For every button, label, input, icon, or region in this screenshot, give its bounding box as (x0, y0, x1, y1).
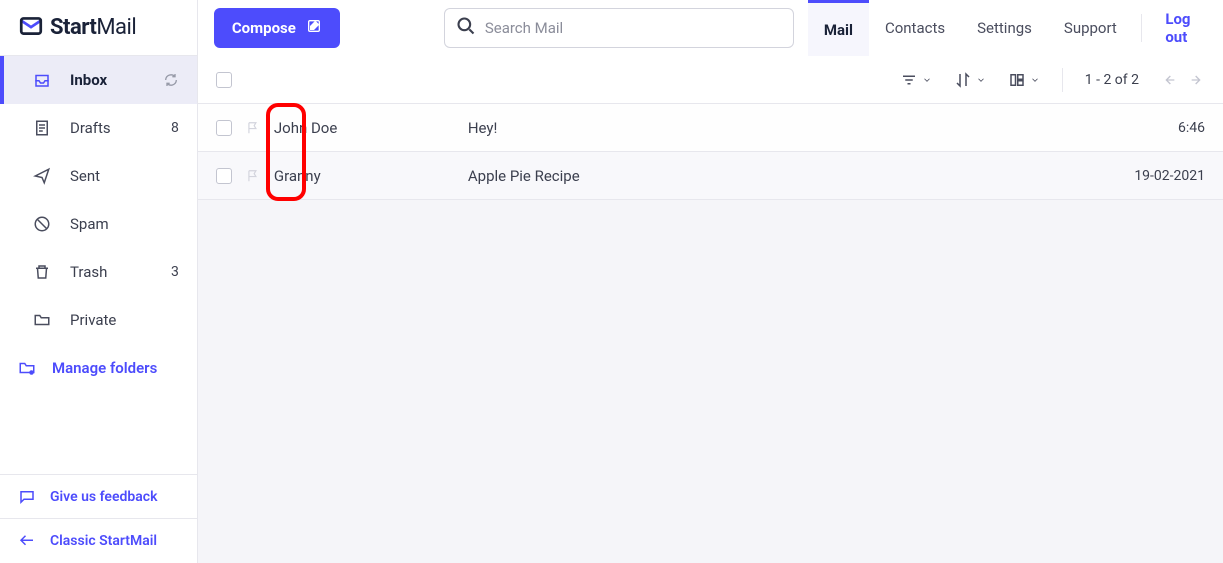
chevron-down-icon (1030, 75, 1040, 85)
mail-row[interactable]: John Doe Hey! 6:46 (198, 104, 1223, 152)
mail-checkbox[interactable] (216, 168, 232, 184)
inbox-icon (32, 70, 52, 90)
flag-icon[interactable] (246, 121, 260, 135)
feedback-link[interactable]: Give us feedback (0, 475, 197, 519)
filter-button[interactable] (900, 71, 932, 89)
mail-date: 19-02-2021 (1134, 168, 1205, 184)
nav-settings[interactable]: Settings (961, 0, 1048, 56)
folder-label: Spam (70, 215, 179, 233)
classic-label: Classic StartMail (50, 533, 157, 549)
main-area: Compose Mail Contacts Settings Support L… (198, 0, 1223, 563)
mail-list: John Doe Hey! 6:46 Granny Apple Pie Reci… (198, 104, 1223, 563)
toolbar-right: 1 - 2 of 2 (900, 68, 1205, 92)
folder-count: 8 (171, 120, 179, 136)
sidebar-item-spam[interactable]: Spam (0, 200, 197, 248)
folder-gear-icon (18, 358, 38, 378)
prev-page-button[interactable] (1161, 72, 1177, 88)
nav-mail[interactable]: Mail (808, 0, 869, 56)
trash-icon (32, 262, 52, 282)
folder-list: Inbox Drafts 8 Sent Spam (0, 56, 197, 474)
folder-count: 3 (171, 264, 179, 280)
search-icon (456, 16, 476, 40)
folder-label: Drafts (70, 119, 171, 137)
folder-icon (32, 310, 52, 330)
mail-subject: Hey! (468, 119, 1164, 137)
sidebar-bottom: Give us feedback Classic StartMail (0, 474, 197, 563)
nav-support[interactable]: Support (1048, 0, 1133, 56)
nav-contacts[interactable]: Contacts (869, 0, 961, 56)
arrow-left-icon (18, 531, 38, 551)
sidebar: StartMail Inbox Drafts 8 Sen (0, 0, 198, 563)
drafts-icon (32, 118, 52, 138)
sidebar-item-drafts[interactable]: Drafts 8 (0, 104, 197, 152)
search-input[interactable] (444, 8, 794, 48)
sort-button[interactable] (954, 71, 986, 89)
manage-folders-link[interactable]: Manage folders (0, 344, 197, 392)
compose-button[interactable]: Compose (214, 8, 340, 48)
refresh-icon[interactable] (163, 72, 179, 88)
search-wrap (444, 8, 794, 48)
mail-sender: John Doe (274, 119, 454, 137)
folder-label: Sent (70, 167, 179, 185)
mail-toolbar: 1 - 2 of 2 (198, 56, 1223, 104)
mail-row[interactable]: Granny Apple Pie Recipe 19-02-2021 (198, 152, 1223, 200)
manage-label: Manage folders (52, 359, 157, 377)
mail-checkbox[interactable] (216, 120, 232, 136)
pagination-text: 1 - 2 of 2 (1085, 72, 1139, 88)
next-page-button[interactable] (1189, 72, 1205, 88)
classic-link[interactable]: Classic StartMail (0, 519, 197, 563)
sidebar-item-inbox[interactable]: Inbox (0, 56, 197, 104)
sidebar-item-private[interactable]: Private (0, 296, 197, 344)
logo-area: StartMail (0, 0, 197, 56)
sidebar-item-sent[interactable]: Sent (0, 152, 197, 200)
compose-icon (306, 18, 322, 38)
topnav: Mail Contacts Settings Support Log out (808, 0, 1207, 56)
divider (1141, 14, 1142, 42)
flag-icon[interactable] (246, 169, 260, 183)
folder-label: Inbox (70, 71, 163, 89)
feedback-label: Give us feedback (50, 489, 157, 505)
chat-icon (18, 487, 38, 507)
topbar: Compose Mail Contacts Settings Support L… (198, 0, 1223, 56)
sent-icon (32, 166, 52, 186)
divider (1062, 68, 1063, 92)
layout-button[interactable] (1008, 71, 1040, 89)
mail-sender: Granny (274, 167, 454, 185)
chevron-down-icon (922, 75, 932, 85)
pager (1161, 72, 1205, 88)
mail-subject: Apple Pie Recipe (468, 167, 1120, 185)
select-all-checkbox[interactable] (216, 72, 232, 88)
chevron-down-icon (976, 75, 986, 85)
folder-label: Private (70, 311, 179, 329)
logo-text: StartMail (50, 15, 136, 40)
mail-envelope-icon (18, 13, 44, 43)
sidebar-item-trash[interactable]: Trash 3 (0, 248, 197, 296)
mail-date: 6:46 (1178, 120, 1205, 136)
compose-label: Compose (232, 19, 296, 37)
spam-icon (32, 214, 52, 234)
folder-label: Trash (70, 263, 171, 281)
logo[interactable]: StartMail (18, 13, 136, 43)
logout-link[interactable]: Log out (1149, 10, 1207, 46)
